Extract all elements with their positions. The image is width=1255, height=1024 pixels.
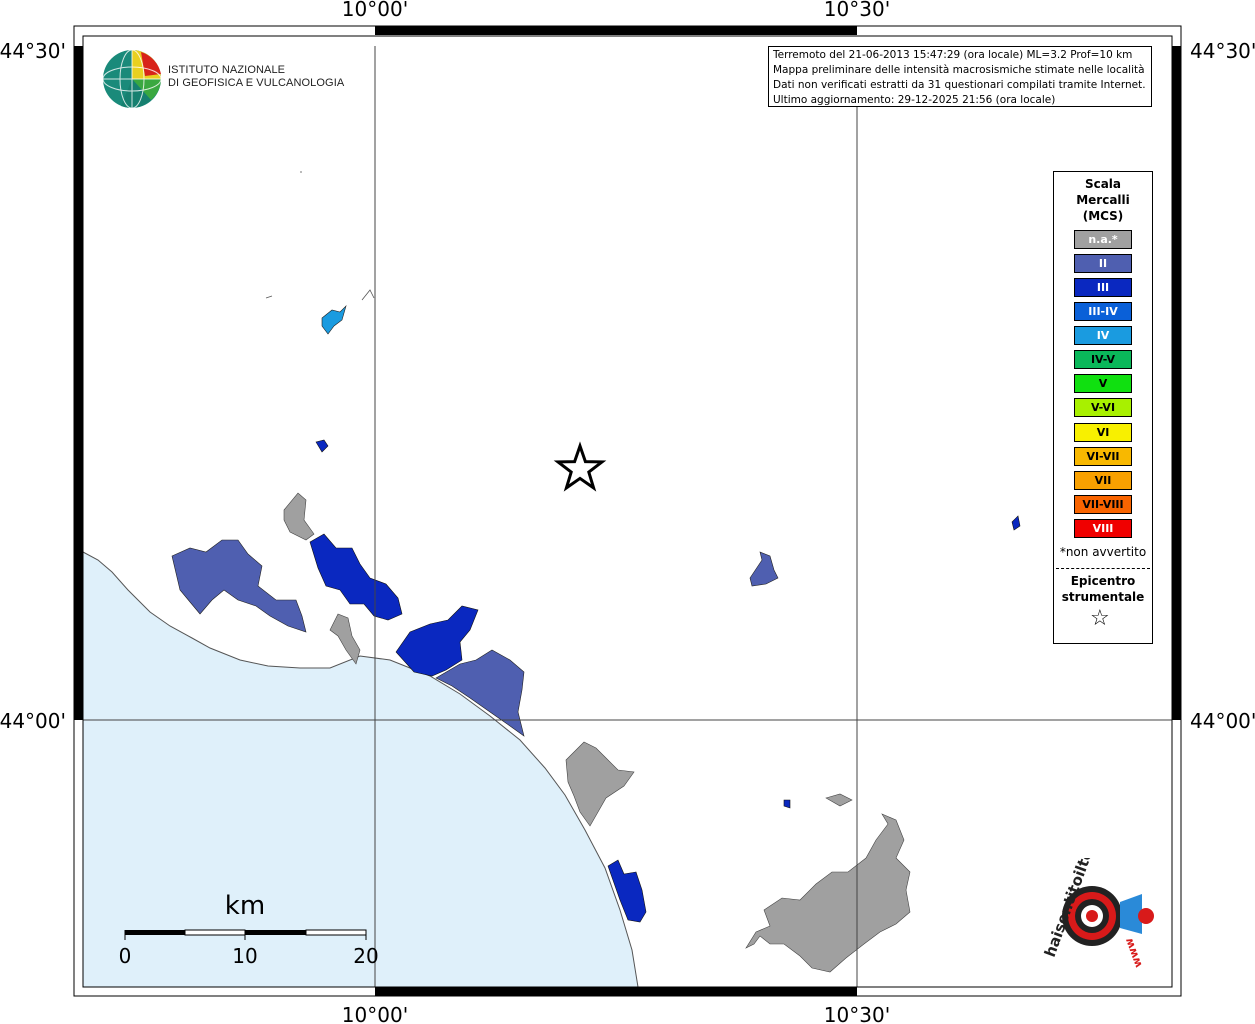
- legend-epicenter-line1: Epicentro: [1070, 574, 1136, 588]
- legend-swatch-vi-vii: VI-VII: [1074, 447, 1132, 466]
- legend-swatch-ii: II: [1074, 254, 1132, 273]
- event-info-line1: Terremoto del 21-06-2013 15:47:29 (ora l…: [773, 49, 1133, 61]
- lon-label-bottom-left: 10°00': [342, 1003, 408, 1024]
- event-info-line4: Ultimo aggiornamento: 29-12-2025 21:56 (…: [773, 94, 1056, 106]
- ingv-logo-line2: DI GEOFISICA E VULCANOLOGIA: [168, 77, 345, 89]
- legend-swatch-iii-iv: III-IV: [1074, 302, 1132, 321]
- legend-title-line1: Scala: [1084, 177, 1122, 191]
- event-info-line3: Dati non verificati estratti da 31 quest…: [773, 79, 1146, 91]
- scale-label-10: 10: [232, 944, 257, 968]
- lon-label-top-left: 10°00': [342, 0, 408, 21]
- legend-swatch-vi: VI: [1074, 423, 1132, 442]
- lat-label-left-top: 44°30': [0, 39, 66, 63]
- event-info-box: Terremoto del 21-06-2013 15:47:29 (ora l…: [768, 46, 1152, 107]
- legend-swatch-v: V: [1074, 374, 1132, 393]
- scale-unit: km: [225, 891, 265, 921]
- haisentito-logo: haisentitoilterremoto.it www: [1041, 858, 1154, 969]
- legend-swatch-na: n.a.*: [1074, 230, 1132, 249]
- legend-separator: [1056, 568, 1150, 569]
- legend-note: *non avvertito: [1059, 545, 1147, 559]
- ingv-logo-line1: ISTITUTO NAZIONALE: [168, 64, 286, 76]
- scale-label-0: 0: [119, 944, 132, 968]
- ingv-globe-icon: [102, 49, 162, 109]
- legend-title-line2: Mercalli: [1076, 193, 1130, 207]
- lon-label-top-right: 10°30': [824, 0, 890, 21]
- legend-swatch-iv-v: IV-V: [1074, 350, 1132, 369]
- legend-swatch-v-vi: V-VI: [1074, 398, 1132, 417]
- legend-swatch-vii: VII: [1074, 471, 1132, 490]
- legend-swatch-viii: VIII: [1074, 519, 1132, 538]
- intensity-iv-area: [321, 304, 347, 335]
- legend-star-icon: ☆: [1090, 606, 1110, 631]
- legend-swatch-vii-viii: VII-VIII: [1074, 495, 1132, 514]
- sea-area: [82, 551, 639, 988]
- legend-title-line3: (MCS): [1082, 209, 1124, 223]
- lat-label-right-top: 44°30': [1190, 39, 1255, 63]
- event-info-line2: Mappa preliminare delle intensità macros…: [773, 64, 1145, 76]
- lat-label-left-mid: 44°00': [0, 709, 66, 733]
- lat-label-right-mid: 44°00': [1190, 709, 1255, 733]
- legend-swatch-iii: III: [1074, 278, 1132, 297]
- legend-title: Scala Mercalli (MCS): [1054, 176, 1152, 224]
- ingv-logo-text: ISTITUTO NAZIONALE DI GEOFISICA E VULCAN…: [168, 64, 344, 90]
- lon-label-bottom-right: 10°30': [824, 1003, 890, 1024]
- haisentito-www: www: [1122, 936, 1145, 969]
- legend-epicenter-label: Epicentro strumentale: [1054, 573, 1152, 605]
- scale-label-20: 20: [353, 944, 378, 968]
- mcs-legend: Scala Mercalli (MCS) n.a.* II III III-IV…: [1053, 171, 1153, 644]
- legend-epicenter-line2: strumentale: [1061, 590, 1145, 604]
- epicenter-star-marker: [553, 441, 607, 492]
- coastline-fragments: [265, 171, 375, 301]
- legend-swatch-iv: IV: [1074, 326, 1132, 345]
